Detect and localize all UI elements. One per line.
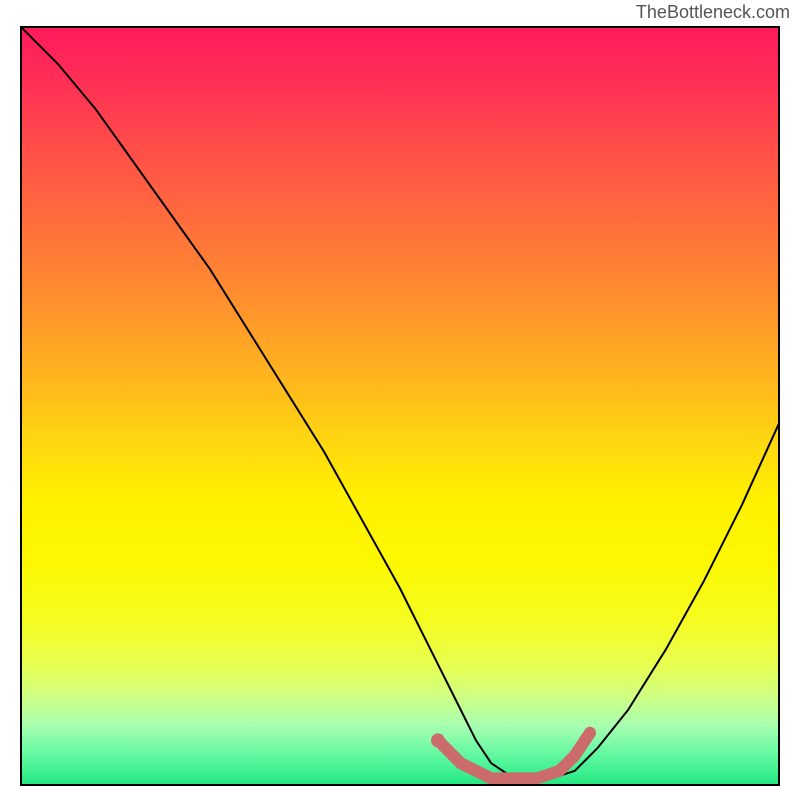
curve-line — [20, 26, 780, 778]
attribution-text: TheBottleneck.com — [636, 2, 790, 23]
bottleneck-chart — [20, 26, 780, 786]
chart-svg — [20, 26, 780, 786]
highlight-segment — [438, 733, 590, 779]
